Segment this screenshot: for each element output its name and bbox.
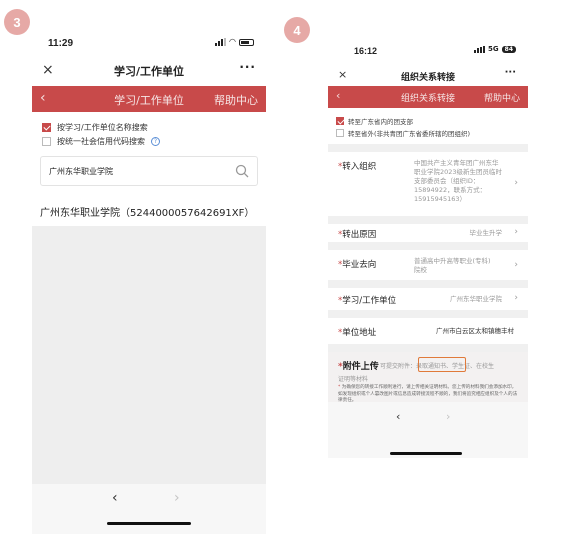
row-label: *毕业去向 bbox=[338, 260, 377, 270]
browser-toolbar: ‹ › bbox=[32, 484, 266, 534]
page-title: 组织关系转接 bbox=[400, 73, 455, 83]
divider bbox=[328, 144, 528, 152]
option-in-province[interactable]: 转至广东省内的团支部 bbox=[336, 116, 413, 126]
option-search-by-name[interactable]: 按学习/工作单位名称搜索 bbox=[42, 122, 148, 133]
row-work-unit[interactable]: *学习/工作单位 广州东华职业学院 › bbox=[328, 288, 528, 310]
row-target-org[interactable]: *转入组织 中国共产主义青年团广州东华职业学院2023级新生团员临时支部委员会（… bbox=[328, 152, 528, 216]
back-arrow-button[interactable]: ‹ bbox=[112, 490, 118, 506]
option-label: 按学习/工作单位名称搜索 bbox=[57, 123, 148, 132]
option-label: 转至省外(非共青团广东省委所辖的团组织) bbox=[348, 130, 471, 138]
chevron-right-icon: › bbox=[514, 227, 518, 237]
search-icon[interactable] bbox=[235, 164, 249, 178]
attachment-upload-section[interactable]: *附件上传 可提交附件：录取通知书、学生证、在校生 证明等材料 * 为确保您的转… bbox=[328, 352, 528, 403]
home-indicator bbox=[390, 452, 462, 455]
row-graduation-destination[interactable]: *毕业去向 普通高中升高等职业(专科)院校 › bbox=[328, 250, 528, 280]
signal-icon bbox=[215, 38, 227, 46]
more-icon[interactable]: ··· bbox=[505, 67, 516, 78]
phone-screen-org-transfer: 16:12 5G 84 × 组织关系转接 ··· ‹ 组织关系转接 帮助中心 转… bbox=[328, 38, 528, 458]
row-value: 中国共产主义青年团广州东华职业学院2023级新生团员临时支部委员会（组织ID：1… bbox=[414, 159, 503, 203]
help-center-link[interactable]: 帮助中心 bbox=[484, 91, 520, 104]
back-arrow-button[interactable]: ‹ bbox=[396, 410, 400, 423]
row-label: *转出原因 bbox=[338, 230, 377, 240]
chevron-right-icon: › bbox=[514, 293, 518, 303]
forward-arrow-button[interactable]: › bbox=[446, 410, 450, 423]
option-label: 按统一社会信用代码搜索 bbox=[57, 137, 145, 146]
nav-bar: × 学习/工作单位 ··· bbox=[32, 60, 266, 84]
battery-icon: 84 bbox=[501, 45, 516, 53]
divider bbox=[328, 310, 528, 318]
empty-area bbox=[32, 226, 266, 484]
row-value: 广州市白云区太和镇穗丰村 bbox=[436, 327, 514, 335]
divider bbox=[328, 344, 528, 352]
checkbox-unchecked[interactable] bbox=[336, 129, 344, 137]
wifi-icon: ◠ bbox=[229, 37, 236, 46]
search-result-item[interactable]: 广州东华职业学院（5244000057642691XF） bbox=[40, 204, 254, 219]
step-badge-3: 3 bbox=[4, 9, 30, 35]
divider bbox=[328, 280, 528, 288]
header-bar: ‹ 学习/工作单位 帮助中心 bbox=[32, 86, 266, 112]
help-center-link[interactable]: 帮助中心 bbox=[214, 92, 258, 108]
row-label: *转入组织 bbox=[338, 162, 377, 172]
help-circle-icon[interactable]: ? bbox=[151, 137, 160, 146]
browser-toolbar: ‹ › bbox=[328, 402, 528, 458]
row-transfer-reason[interactable]: *转出原因 毕业生升学 › bbox=[328, 224, 528, 242]
chevron-right-icon: › bbox=[514, 178, 518, 188]
signal-icon bbox=[474, 45, 486, 53]
row-value: 广州东华职业学院 bbox=[450, 295, 502, 303]
divider bbox=[328, 242, 528, 250]
status-bar: 11:29 ◠ bbox=[32, 30, 266, 56]
page-title: 学习/工作单位 bbox=[113, 65, 185, 78]
chevron-right-icon: › bbox=[514, 260, 518, 270]
divider bbox=[328, 216, 528, 224]
row-value: 毕业生升学 bbox=[469, 229, 503, 237]
row-value: 普通高中升高等职业(专科)院校 bbox=[414, 257, 491, 274]
nav-bar: × 组织关系转接 ··· bbox=[328, 66, 528, 86]
checkbox-checked[interactable] bbox=[42, 123, 51, 132]
header-bar: ‹ 组织关系转接 帮助中心 bbox=[328, 86, 528, 108]
canvas: 3 4 11:29 ◠ × 学习/工作单位 ··· ‹ 学习/工作单位 帮助中心… bbox=[0, 0, 572, 540]
phone-screen-work-unit: 11:29 ◠ × 学习/工作单位 ··· ‹ 学习/工作单位 帮助中心 按学习… bbox=[32, 30, 266, 534]
checkbox-checked[interactable] bbox=[336, 117, 344, 125]
status-time: 11:29 bbox=[48, 38, 74, 49]
status-icons: ◠ bbox=[215, 38, 254, 46]
row-label: *单位地址 bbox=[338, 328, 377, 338]
checkbox-unchecked[interactable] bbox=[42, 137, 51, 146]
home-indicator bbox=[107, 522, 191, 525]
search-input[interactable]: 广州东华职业学院 bbox=[40, 156, 258, 186]
highlight-box bbox=[418, 357, 466, 372]
transfer-scope-options: 转至广东省内的团支部 转至省外(非共青团广东省委所辖的团组织) bbox=[328, 110, 528, 144]
step-badge-4: 4 bbox=[284, 17, 310, 43]
row-unit-address: *单位地址 广州市白云区太和镇穗丰村 bbox=[328, 318, 528, 344]
attachment-hint-cont: 证明等材料 bbox=[338, 376, 369, 383]
option-out-of-province[interactable]: 转至省外(非共青团广东省委所辖的团组织) bbox=[336, 128, 470, 138]
search-input-value: 广州东华职业学院 bbox=[49, 167, 113, 176]
attachment-title: *附件上传 bbox=[338, 362, 379, 372]
status-time: 16:12 bbox=[354, 46, 378, 56]
network-label: 5G bbox=[488, 45, 499, 53]
forward-arrow-button[interactable]: › bbox=[174, 490, 180, 506]
option-label: 转至广东省内的团支部 bbox=[348, 118, 413, 126]
row-label: *学习/工作单位 bbox=[338, 296, 397, 306]
battery-icon bbox=[239, 38, 254, 46]
more-icon[interactable]: ··· bbox=[239, 60, 256, 74]
status-icons: 5G 84 bbox=[474, 45, 516, 53]
option-search-by-credit-code[interactable]: 按统一社会信用代码搜索 ? bbox=[42, 136, 160, 147]
